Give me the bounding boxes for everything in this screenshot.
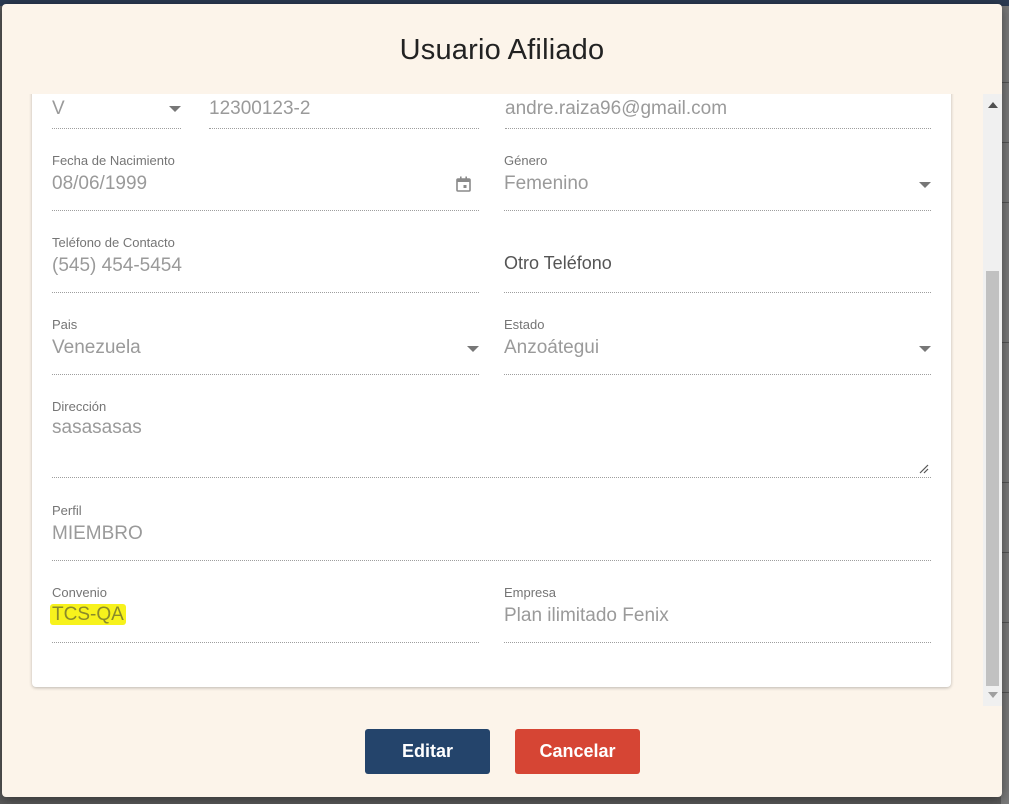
caret-down-icon <box>169 106 181 112</box>
agreement-label: Convenio <box>52 585 107 600</box>
agreement-field[interactable]: Convenio TCS-QA <box>50 585 479 643</box>
state-value: Anzoátegui <box>504 337 600 358</box>
doc-number-field[interactable]: 12300123-2 <box>209 94 479 129</box>
caret-down-icon <box>467 346 479 352</box>
profile-field[interactable]: Perfil MIEMBRO <box>52 503 931 561</box>
profile-value: MIEMBRO <box>52 523 143 544</box>
country-label: Pais <box>52 317 78 332</box>
birth-date-label: Fecha de Nacimiento <box>52 153 175 168</box>
gender-label: Género <box>504 153 548 168</box>
country-value: Venezuela <box>52 337 141 358</box>
email-field[interactable]: andre.raiza96@gmail.com <box>505 94 931 129</box>
gender-value: Femenino <box>504 173 589 194</box>
doc-type-value: V <box>52 98 65 119</box>
agreement-value: TCS-QA <box>50 604 126 625</box>
company-field[interactable]: Empresa Plan ilimitado Fenix <box>504 585 931 643</box>
birth-date-field[interactable]: Fecha de Nacimiento 08/06/1999 <box>52 153 479 211</box>
edit-button[interactable]: Editar <box>365 729 490 774</box>
doc-number-value: 12300123-2 <box>209 98 311 119</box>
state-label: Estado <box>504 317 545 332</box>
caret-down-icon <box>919 182 931 188</box>
country-select[interactable]: Pais Venezuela <box>52 317 479 375</box>
resize-handle-icon[interactable] <box>919 464 929 474</box>
gender-select[interactable]: Género Femenino <box>504 153 931 211</box>
vertical-scrollbar[interactable] <box>983 94 1002 706</box>
other-phone-field[interactable]: Otro Teléfono <box>504 235 931 293</box>
company-value: Plan ilimitado Fenix <box>504 605 669 626</box>
contact-phone-field[interactable]: Teléfono de Contacto (545) 454-5454 <box>52 235 479 293</box>
background-page <box>1001 6 1009 804</box>
form-card: V 12300123-2 andre.raiza96@gmail.com Fec… <box>32 94 951 687</box>
scroll-down-arrow-icon[interactable] <box>988 692 998 698</box>
other-phone-placeholder: Otro Teléfono <box>504 253 612 273</box>
birth-date-value: 08/06/1999 <box>52 173 148 194</box>
cancel-button[interactable]: Cancelar <box>515 729 640 774</box>
state-select[interactable]: Estado Anzoátegui <box>504 317 931 375</box>
contact-phone-label: Teléfono de Contacto <box>52 235 175 250</box>
doc-type-select[interactable]: V <box>52 94 181 129</box>
contact-phone-value: (545) 454-5454 <box>52 255 182 276</box>
agreement-value-wrap: TCS-QA <box>50 604 126 626</box>
scrollbar-thumb[interactable] <box>986 271 999 686</box>
company-label: Empresa <box>504 585 557 600</box>
modal-title: Usuario Afiliado <box>399 34 605 66</box>
address-textarea[interactable]: Dirección sasasasas <box>52 399 931 478</box>
address-value: sasasasas <box>52 417 142 438</box>
address-label: Dirección <box>52 399 107 414</box>
modal-scroll-area: V 12300123-2 andre.raiza96@gmail.com Fec… <box>2 94 1002 706</box>
calendar-icon[interactable] <box>456 176 471 192</box>
caret-down-icon <box>919 346 931 352</box>
email-value: andre.raiza96@gmail.com <box>505 98 728 119</box>
scroll-up-arrow-icon[interactable] <box>988 102 998 108</box>
profile-label: Perfil <box>52 503 82 518</box>
affiliate-user-modal: Usuario Afiliado V 12300123-2 andre.raiz… <box>2 4 1002 797</box>
